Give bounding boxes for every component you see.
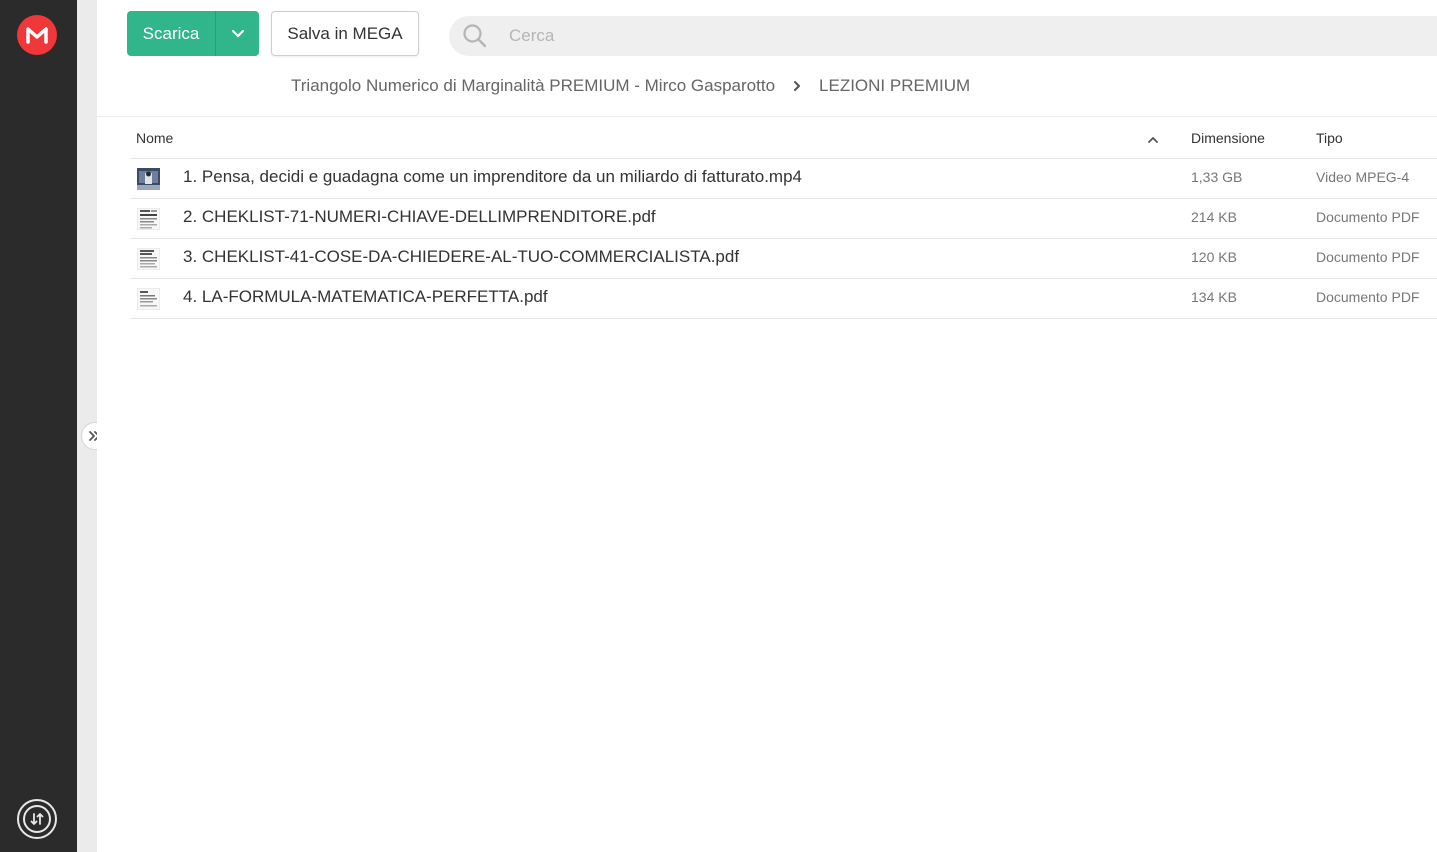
file-size: 1,33 GB: [1191, 169, 1243, 185]
file-type: Documento PDF: [1316, 249, 1420, 265]
save-to-mega-button[interactable]: Salva in MEGA: [271, 11, 419, 56]
file-size: 120 KB: [1191, 249, 1237, 265]
main-content: Scarica Salva in MEGA Triangolo Numerico…: [97, 0, 1437, 852]
transfer-manager-icon[interactable]: [17, 799, 57, 839]
pdf-thumbnail-icon: [136, 287, 161, 311]
chevron-right-icon: [793, 80, 801, 92]
column-header-name[interactable]: Nome: [136, 130, 173, 146]
search-input[interactable]: [509, 26, 1309, 46]
file-size: 134 KB: [1191, 289, 1237, 305]
sidebar: [0, 0, 77, 852]
chevron-down-icon: [231, 29, 244, 37]
file-name[interactable]: 3. CHEKLIST-41-COSE-DA-CHIEDERE-AL-TUO-C…: [183, 247, 739, 267]
file-name[interactable]: 1. Pensa, decidi e guadagna come un impr…: [183, 167, 802, 187]
video-thumbnail-icon: [137, 168, 160, 190]
file-type: Documento PDF: [1316, 289, 1420, 305]
column-header-type[interactable]: Tipo: [1316, 130, 1343, 146]
table-row[interactable]: 3. CHEKLIST-41-COSE-DA-CHIEDERE-AL-TUO-C…: [130, 239, 1437, 279]
search-bar[interactable]: [449, 16, 1437, 56]
download-button-label[interactable]: Scarica: [127, 11, 215, 56]
column-header-size[interactable]: Dimensione: [1191, 130, 1265, 146]
sort-ascending-icon[interactable]: [1147, 131, 1159, 147]
breadcrumb-current[interactable]: LEZIONI PREMIUM: [819, 76, 970, 96]
table-row[interactable]: 4. LA-FORMULA-MATEMATICA-PERFETTA.pdf 13…: [130, 279, 1437, 319]
file-type: Documento PDF: [1316, 209, 1420, 225]
breadcrumb: Triangolo Numerico di Marginalità PREMIU…: [291, 73, 970, 99]
breadcrumb-parent[interactable]: Triangolo Numerico di Marginalità PREMIU…: [291, 76, 775, 96]
table-header: Nome Dimensione Tipo: [130, 117, 1437, 159]
file-name[interactable]: 2. CHEKLIST-71-NUMERI-CHIAVE-DELLIMPREND…: [183, 207, 656, 227]
pdf-thumbnail-icon: [136, 247, 161, 271]
file-size: 214 KB: [1191, 209, 1237, 225]
download-options-button[interactable]: [216, 11, 259, 56]
pdf-thumbnail-icon: [136, 207, 161, 231]
file-type: Video MPEG-4: [1316, 169, 1410, 185]
search-icon: [449, 23, 501, 49]
table-row[interactable]: 2. CHEKLIST-71-NUMERI-CHIAVE-DELLIMPREND…: [130, 199, 1437, 239]
mega-logo-icon[interactable]: [17, 15, 57, 55]
download-button[interactable]: Scarica: [127, 11, 259, 56]
file-name[interactable]: 4. LA-FORMULA-MATEMATICA-PERFETTA.pdf: [183, 287, 548, 307]
table-row[interactable]: 1. Pensa, decidi e guadagna come un impr…: [130, 159, 1437, 199]
